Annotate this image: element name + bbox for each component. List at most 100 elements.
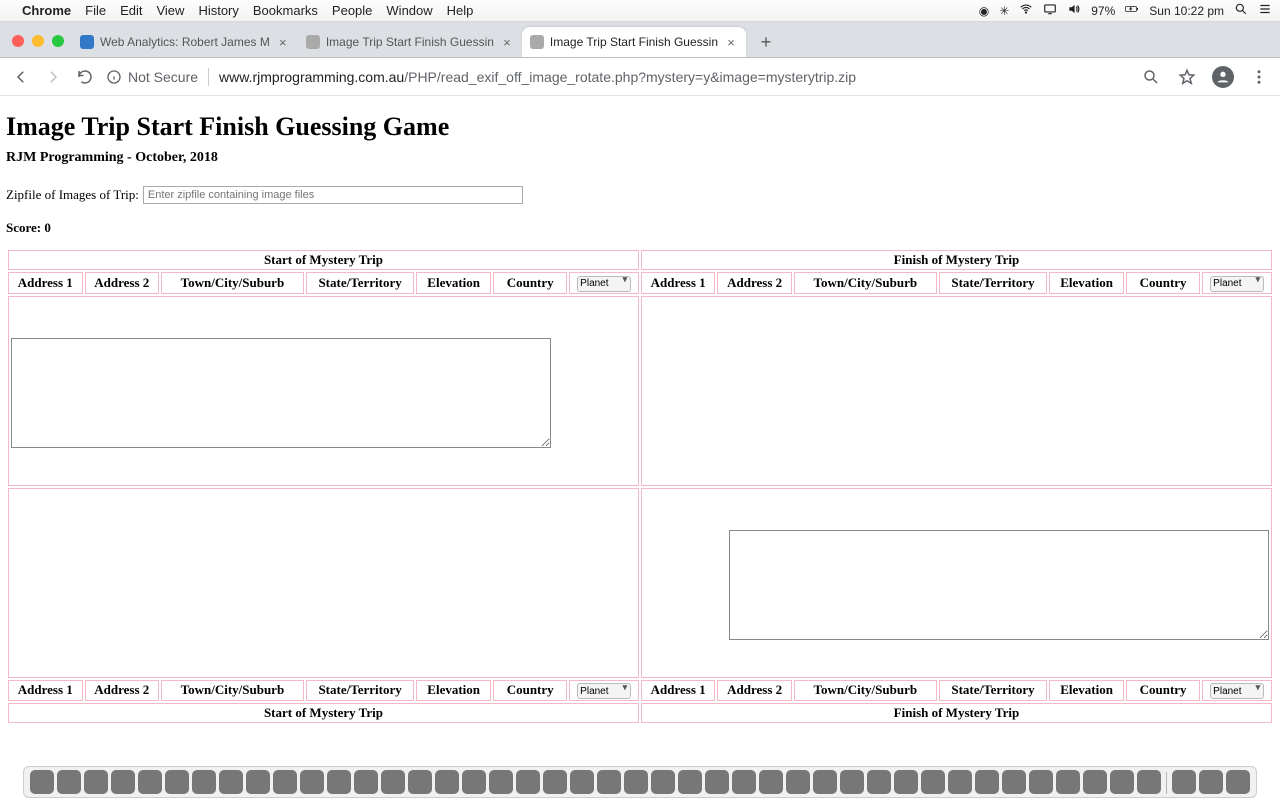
menubar-clock[interactable]: Sun 10:22 pm [1149,4,1224,18]
dock-app-icon[interactable] [678,770,702,794]
dock-app-icon[interactable] [1083,770,1107,794]
planet-select-finish-bottom[interactable]: Planet [1210,683,1264,699]
battery-icon[interactable] [1125,2,1139,19]
dock-app-icon[interactable] [570,770,594,794]
menu-file[interactable]: File [85,3,106,18]
col-country[interactable]: Country [1126,272,1201,294]
dock-app-icon[interactable] [516,770,540,794]
col-address2[interactable]: Address 2 [717,680,792,702]
dock-app-icon[interactable] [219,770,243,794]
col-town[interactable]: Town/City/Suburb [794,680,937,702]
dock-app-icon[interactable] [1199,770,1223,794]
col-address1[interactable]: Address 1 [8,680,83,702]
menubar-app-name[interactable]: Chrome [22,3,71,18]
col-address2[interactable]: Address 2 [717,272,792,294]
dock-app-icon[interactable] [1110,770,1134,794]
zoom-icon[interactable] [1140,66,1162,88]
finish-textarea-bottom[interactable] [729,530,1269,640]
bookmark-star-icon[interactable] [1176,66,1198,88]
dock-app-icon[interactable] [381,770,405,794]
tab-image-trip-2[interactable]: Image Trip Start Finish Guessin × [522,27,746,57]
dock-app-icon[interactable] [1056,770,1080,794]
close-tab-icon[interactable]: × [276,35,290,50]
dock-app-icon[interactable] [435,770,459,794]
dock-app-icon[interactable] [732,770,756,794]
menu-people[interactable]: People [332,3,372,18]
wifi-icon[interactable] [1019,2,1033,19]
dock-app-icon[interactable] [111,770,135,794]
close-tab-icon[interactable]: × [724,35,738,50]
dock-app-icon[interactable] [597,770,621,794]
col-country[interactable]: Country [493,680,568,702]
col-state[interactable]: State/Territory [939,272,1048,294]
dock-app-icon[interactable] [1172,770,1196,794]
dock-app-icon[interactable] [894,770,918,794]
menu-help[interactable]: Help [447,3,474,18]
menu-view[interactable]: View [156,3,184,18]
col-state[interactable]: State/Territory [306,680,415,702]
forward-button[interactable] [42,66,64,88]
dock-app-icon[interactable] [192,770,216,794]
menu-history[interactable]: History [198,3,238,18]
col-elev[interactable]: Elevation [416,680,491,702]
spotlight-icon[interactable] [1234,2,1248,19]
dock-app-icon[interactable] [1029,770,1053,794]
col-country[interactable]: Country [493,272,568,294]
dock-app-icon[interactable] [138,770,162,794]
col-town[interactable]: Town/City/Suburb [161,272,304,294]
dock-app-icon[interactable] [354,770,378,794]
dock-app-icon[interactable] [489,770,513,794]
status-icon[interactable]: ✳︎ [999,4,1009,18]
dock-app-icon[interactable] [246,770,270,794]
display-icon[interactable] [1043,2,1057,19]
dock-app-icon[interactable] [300,770,324,794]
chrome-menu-icon[interactable] [1248,66,1270,88]
dock-app-icon[interactable] [840,770,864,794]
start-textarea-top[interactable] [11,338,551,448]
dock-app-icon[interactable] [921,770,945,794]
close-window-button[interactable] [12,35,24,47]
menu-bookmarks[interactable]: Bookmarks [253,3,318,18]
dock-app-icon[interactable] [30,770,54,794]
dock-app-icon[interactable] [1002,770,1026,794]
col-town[interactable]: Town/City/Suburb [161,680,304,702]
minimize-window-button[interactable] [32,35,44,47]
reload-button[interactable] [74,66,96,88]
planet-select-start-top[interactable]: Planet [577,276,631,292]
dock-app-icon[interactable] [165,770,189,794]
col-address2[interactable]: Address 2 [85,272,160,294]
zipfile-input[interactable] [143,186,523,204]
dock-app-icon[interactable] [462,770,486,794]
dock-app-icon[interactable] [759,770,783,794]
dock-app-icon[interactable] [408,770,432,794]
dock-app-icon[interactable] [327,770,351,794]
dock-app-icon[interactable] [1137,770,1161,794]
col-state[interactable]: State/Territory [939,680,1048,702]
menu-edit[interactable]: Edit [120,3,142,18]
zoom-window-button[interactable] [52,35,64,47]
dock-app-icon[interactable] [57,770,81,794]
col-town[interactable]: Town/City/Suburb [794,272,937,294]
dock-app-icon[interactable] [813,770,837,794]
volume-icon[interactable] [1067,2,1081,19]
menu-window[interactable]: Window [386,3,432,18]
dock-app-icon[interactable] [84,770,108,794]
tab-web-analytics[interactable]: Web Analytics: Robert James M × [72,27,298,57]
dock-app-icon[interactable] [948,770,972,794]
col-address2[interactable]: Address 2 [85,680,160,702]
close-tab-icon[interactable]: × [500,35,514,50]
dock-app-icon[interactable] [975,770,999,794]
back-button[interactable] [10,66,32,88]
col-country[interactable]: Country [1126,680,1201,702]
dock-app-icon[interactable] [624,770,648,794]
control-center-icon[interactable] [1258,2,1272,19]
status-icon[interactable]: ◉ [979,4,989,18]
col-address1[interactable]: Address 1 [641,272,716,294]
tab-image-trip-1[interactable]: Image Trip Start Finish Guessin × [298,27,522,57]
col-elev[interactable]: Elevation [1049,272,1124,294]
dock-app-icon[interactable] [651,770,675,794]
dock-app-icon[interactable] [786,770,810,794]
new-tab-button[interactable]: + [752,28,780,56]
planet-select-finish-top[interactable]: Planet [1210,276,1264,292]
dock-app-icon[interactable] [705,770,729,794]
